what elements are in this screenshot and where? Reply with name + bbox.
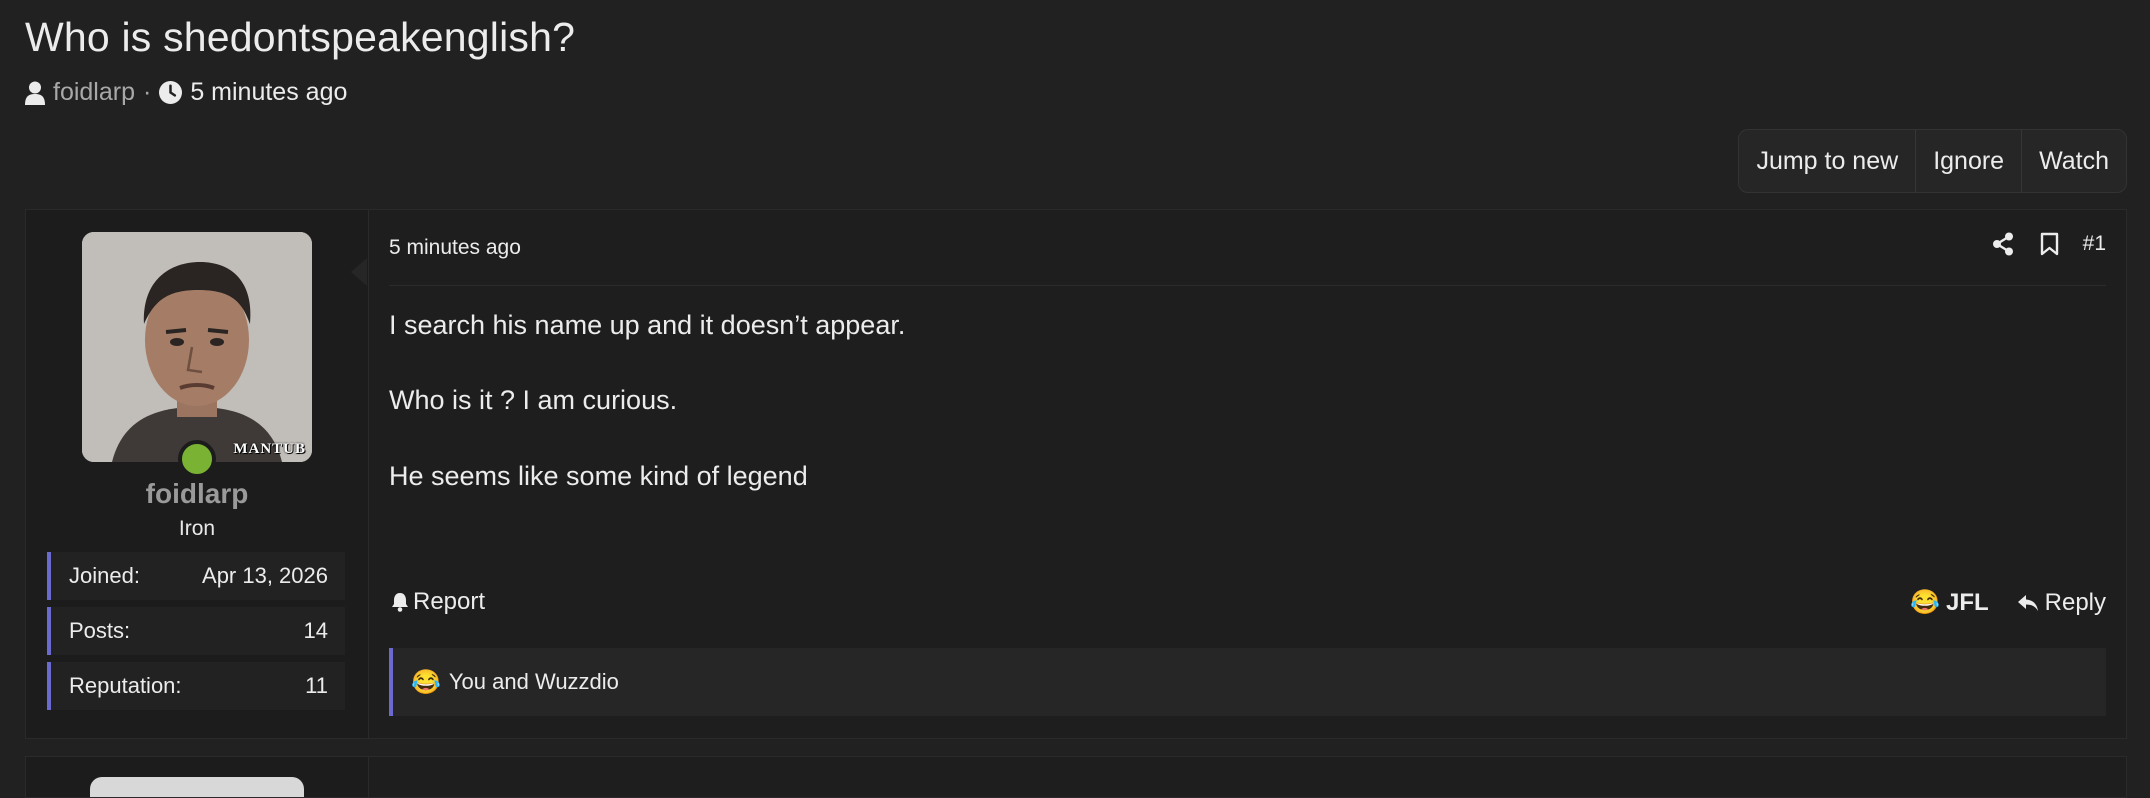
laughing-emoji-icon: 😂 — [411, 668, 441, 696]
user-title: Iron — [178, 517, 216, 540]
bookmark-icon[interactable] — [2040, 232, 2059, 256]
reply-button[interactable]: Reply — [2045, 589, 2106, 617]
avatar-watermark: MANTUB — [233, 441, 306, 457]
post-header-actions: #1 — [1966, 232, 2106, 256]
stat-value: 11 — [305, 673, 328, 698]
next-post — [25, 756, 2127, 798]
username[interactable]: foidlarp — [26, 478, 368, 510]
stat-posts: Posts: 14 — [47, 607, 345, 655]
reactions-summary[interactable]: You and Wuzzdio — [449, 669, 619, 695]
thread-author-link[interactable]: foidlarp — [53, 78, 135, 107]
stat-reputation: Reputation: 11 — [47, 662, 345, 710]
report-label: Report — [413, 588, 486, 615]
post-user-column: MANTUB foidlarp Iron Joined: Apr 13, 202… — [26, 210, 369, 738]
react-jfl-button[interactable]: JFL — [1946, 589, 1989, 617]
post-body-line: Who is it ? I am curious. — [389, 385, 678, 415]
meta-separator: · — [143, 78, 152, 106]
report-button[interactable]: Report — [391, 588, 485, 616]
stat-label: Joined: — [69, 563, 140, 588]
laughing-emoji-icon[interactable]: 😂 — [1910, 588, 1940, 617]
avatar[interactable]: MANTUB — [82, 232, 312, 462]
post: MANTUB foidlarp Iron Joined: Apr 13, 202… — [25, 209, 2127, 739]
bell-icon — [391, 592, 409, 612]
thread-time[interactable]: 5 minutes ago — [190, 78, 347, 107]
post-body-line: I search his name up and it doesn’t appe… — [389, 310, 906, 340]
reply-icon[interactable] — [2017, 594, 2039, 612]
thread-actions: Jump to new Ignore Watch — [1738, 129, 2127, 193]
avatar[interactable] — [90, 777, 304, 797]
page-title: Who is shedontspeakenglish? — [25, 14, 576, 60]
stat-label: Reputation: — [69, 673, 182, 698]
post-content: 5 minutes ago #1 I search his name up an… — [369, 210, 2126, 738]
share-icon[interactable] — [1992, 232, 2014, 256]
ignore-button[interactable]: Ignore — [1915, 130, 2021, 192]
stat-value: 14 — [303, 618, 328, 643]
post-date[interactable]: 5 minutes ago — [389, 236, 521, 260]
watch-button[interactable]: Watch — [2021, 130, 2126, 192]
post-arrow — [351, 258, 367, 286]
post-header: 5 minutes ago #1 — [389, 210, 2106, 286]
stat-joined: Joined: Apr 13, 2026 — [47, 552, 345, 600]
stat-value: Apr 13, 2026 — [202, 563, 328, 588]
stat-label: Posts: — [69, 618, 131, 643]
online-status-dot — [178, 440, 216, 478]
reactions-bar[interactable]: 😂 You and Wuzzdio — [389, 648, 2106, 716]
user-icon — [25, 81, 45, 105]
post-number-link[interactable]: #1 — [2083, 232, 2106, 256]
next-post-user-column — [26, 757, 369, 797]
post-body-line: He seems like some kind of legend — [389, 461, 808, 491]
jump-to-new-button[interactable]: Jump to new — [1739, 130, 1915, 192]
clock-icon — [159, 81, 183, 104]
post-footer-actions: 😂 JFL Reply — [1910, 588, 2106, 617]
thread-meta: foidlarp · 5 minutes ago — [25, 78, 347, 107]
